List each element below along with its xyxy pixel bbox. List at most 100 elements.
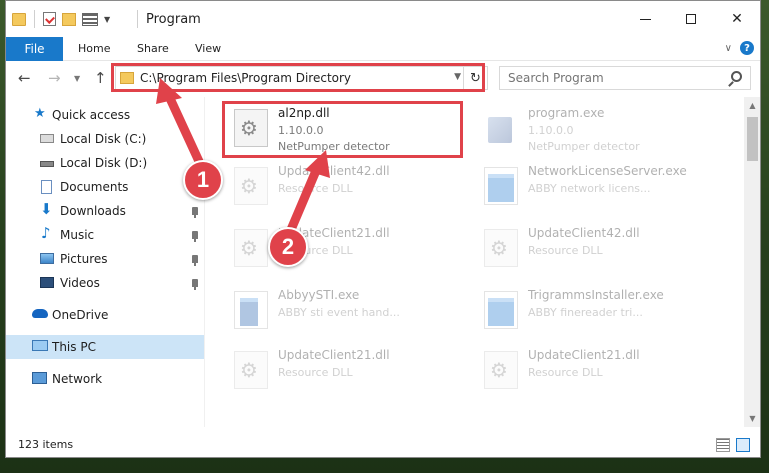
- search-box[interactable]: [499, 66, 751, 90]
- file-item-trigrammsinstaller-exe[interactable]: TrigrammsInstaller.exe ABBY finereader t…: [478, 285, 718, 335]
- search-input[interactable]: [500, 67, 720, 89]
- dll-file-icon: [484, 351, 518, 389]
- sidebar-item-label: OneDrive: [52, 308, 109, 322]
- file-name: UpdateClient21.dll: [278, 348, 390, 362]
- pin-icon[interactable]: [192, 207, 198, 218]
- file-description: ABBY sti event hand...: [278, 306, 400, 319]
- file-name: UpdateClient42.dll: [278, 164, 390, 178]
- sidebar-item-label: Videos: [60, 276, 100, 290]
- sidebar-item-local-disk-c[interactable]: Local Disk (C:): [6, 127, 204, 151]
- file-item-updateclient21-dll[interactable]: UpdateClient21.dll Resource DLL: [228, 345, 468, 395]
- exe-file-icon: [484, 167, 518, 205]
- sidebar-item-local-disk-d[interactable]: Local Disk (D:): [6, 151, 204, 175]
- file-item-updateclient21-dll[interactable]: UpdateClient21.dll Resource DLL: [478, 345, 718, 395]
- search-icon: [731, 71, 742, 82]
- document-icon: [41, 180, 52, 194]
- pin-icon[interactable]: [192, 231, 198, 242]
- minimize-icon: [639, 18, 651, 20]
- file-item-abbyysti-exe[interactable]: AbbyySTI.exe ABBY sti event hand...: [228, 285, 468, 335]
- file-version: 1.10.0.0: [528, 124, 574, 137]
- sidebar-item-onedrive[interactable]: OneDrive: [6, 303, 204, 327]
- close-button[interactable]: ✕: [714, 1, 760, 37]
- maximize-button[interactable]: [668, 1, 714, 37]
- maximize-icon: [686, 14, 696, 24]
- file-item-program-exe[interactable]: program.exe 1.10.0.0 NetPumper detector: [478, 103, 718, 153]
- network-icon: [32, 372, 47, 384]
- file-item-networklicenseserver-exe[interactable]: NetworkLicenseServer.exe ABBY network li…: [478, 161, 718, 211]
- dll-file-icon: [234, 229, 268, 267]
- properties-icon[interactable]: [43, 12, 56, 26]
- dll-file-icon: [234, 167, 268, 205]
- sidebar-item-network[interactable]: Network: [6, 367, 204, 391]
- details-view-icon[interactable]: [716, 438, 730, 452]
- file-name: AbbyySTI.exe: [278, 288, 360, 302]
- sidebar-item-documents[interactable]: Documents: [6, 175, 204, 199]
- sidebar-item-label: Documents: [60, 180, 129, 194]
- sidebar-item-music[interactable]: ♪ Music: [6, 223, 204, 247]
- sidebar-item-label: Local Disk (C:): [60, 132, 147, 146]
- scroll-thumb[interactable]: [747, 117, 758, 161]
- title-divider: [137, 10, 138, 28]
- file-item-updateclient42-dll[interactable]: UpdateClient42.dll Resource DLL: [228, 161, 468, 211]
- file-name: program.exe: [528, 106, 605, 120]
- folder-icon: [12, 12, 26, 26]
- expand-ribbon-icon[interactable]: ∨: [725, 43, 732, 54]
- sidebar-item-label: Quick access: [52, 108, 131, 122]
- pin-icon[interactable]: [192, 279, 198, 290]
- forward-button[interactable]: →: [48, 69, 61, 87]
- sidebar-item-label: Network: [52, 372, 103, 386]
- navigation-pane: ★ Quick access Local Disk (C:) Local Dis…: [6, 97, 204, 427]
- sidebar-item-quick-access[interactable]: ★ Quick access: [6, 103, 204, 127]
- sidebar-item-label: Music: [60, 228, 95, 242]
- scroll-down-icon[interactable]: ▼: [744, 410, 760, 427]
- file-description: Resource DLL: [528, 366, 603, 379]
- picture-icon: [40, 253, 54, 264]
- new-folder-icon[interactable]: [62, 12, 76, 26]
- window-title: Program: [146, 12, 201, 27]
- close-icon: ✕: [731, 11, 743, 27]
- file-description: ABBY finereader tri...: [528, 306, 643, 319]
- minimize-button[interactable]: [622, 1, 668, 37]
- sidebar-item-label: Downloads: [60, 204, 126, 218]
- scroll-up-icon[interactable]: ▲: [744, 97, 760, 114]
- customize-toolbar-icon[interactable]: [82, 12, 98, 26]
- sidebar-item-downloads[interactable]: ⬇ Downloads: [6, 199, 204, 223]
- back-button[interactable]: ←: [18, 69, 31, 87]
- tiles-view-icon[interactable]: [736, 438, 750, 452]
- exe-file-icon: [484, 291, 518, 329]
- sidebar-item-pictures[interactable]: Pictures: [6, 247, 204, 271]
- star-icon: ★: [34, 106, 46, 121]
- sidebar-item-this-pc[interactable]: This PC: [6, 335, 204, 359]
- pane-splitter[interactable]: [204, 97, 205, 427]
- computer-icon: [32, 340, 48, 351]
- drive-icon: [40, 161, 54, 167]
- up-button[interactable]: ↑: [94, 69, 107, 87]
- installer-file-icon: [484, 109, 518, 147]
- toolbar-separator: [34, 10, 35, 28]
- file-description: ABBY network licens...: [528, 182, 651, 195]
- tab-view[interactable]: View: [195, 42, 221, 55]
- tab-file[interactable]: File: [6, 37, 63, 61]
- recent-locations-button[interactable]: ▼: [74, 74, 80, 83]
- step-1-callout: 1: [183, 160, 223, 200]
- sidebar-item-label: Local Disk (D:): [60, 156, 148, 170]
- file-item-updateclient21-dll[interactable]: UpdateClient21.dll Resource DLL: [228, 223, 468, 273]
- item-count: 123 items: [18, 438, 74, 451]
- pin-icon[interactable]: [192, 255, 198, 266]
- vertical-scrollbar[interactable]: ▲ ▼: [744, 97, 760, 427]
- dll-file-icon: [484, 229, 518, 267]
- help-icon[interactable]: ?: [740, 41, 754, 55]
- music-icon: ♪: [41, 224, 51, 242]
- sidebar-item-videos[interactable]: Videos: [6, 271, 204, 295]
- ribbon-right-controls: ∨ ?: [725, 41, 754, 55]
- forward-arrow-icon: →: [48, 69, 61, 87]
- file-highlight: [222, 101, 463, 158]
- file-item-updateclient42-dll[interactable]: UpdateClient42.dll Resource DLL: [478, 223, 718, 273]
- chevron-down-icon[interactable]: ▼: [104, 15, 110, 24]
- file-description: NetPumper detector: [528, 140, 640, 153]
- tab-home[interactable]: Home: [78, 42, 110, 55]
- tab-share[interactable]: Share: [137, 42, 169, 55]
- title-bar: ▼ Program ✕: [6, 1, 760, 37]
- ribbon-tabs: File Home Share View ∨ ?: [6, 37, 760, 61]
- exe-file-icon: [234, 291, 268, 329]
